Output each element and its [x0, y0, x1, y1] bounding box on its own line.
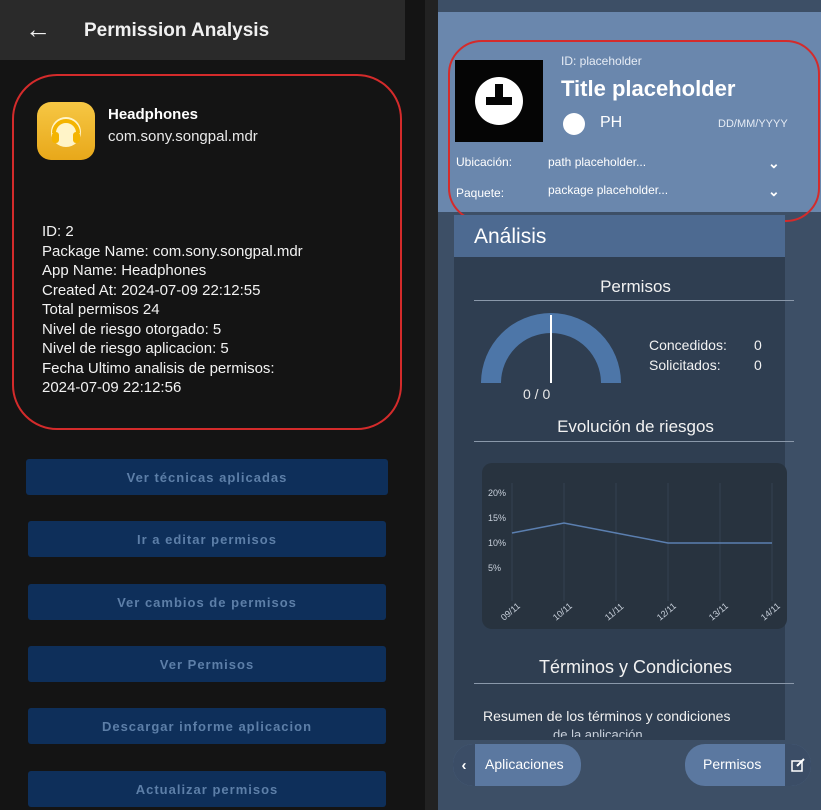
detail-line: Nivel de riesgo aplicacion: 5	[42, 340, 229, 357]
divider	[425, 0, 438, 810]
section-divider	[474, 441, 794, 442]
detail-line: ID: 2	[42, 223, 74, 240]
y-tick-label: 10%	[488, 538, 506, 548]
section-divider	[474, 300, 794, 301]
risk-chart-svg: 20% 15% 10% 5% 09/11 10/11 11/11 12/11 13/11 14/1…	[488, 483, 782, 623]
x-tick-label: 12/11	[655, 601, 678, 623]
permisos-button[interactable]: Permisos	[685, 744, 811, 786]
paquete-label: Paquete:	[456, 186, 505, 200]
back-arrow-icon[interactable]: ←	[25, 14, 51, 44]
concedidos-value: 0	[754, 337, 762, 353]
headphones-icon	[37, 102, 95, 160]
terminos-section-title: Términos y Condiciones	[538, 657, 733, 677]
analysis-title: Análisis	[474, 225, 547, 248]
ver-tecnicas-button[interactable]: Ver técnicas aplicadas	[26, 459, 388, 495]
y-tick-label: 5%	[488, 563, 501, 573]
concedidos-label: Concedidos:	[649, 337, 727, 353]
terminos-text-continued: de la aplicación	[553, 727, 643, 737]
aplicaciones-label: Aplicaciones	[485, 756, 564, 772]
ver-permisos-button[interactable]: Ver Permisos	[28, 646, 386, 682]
terminos-text: Resumen de los términos y condiciones	[483, 708, 731, 724]
app-name: Headphones	[108, 106, 199, 123]
solicitados-value: 0	[754, 357, 762, 373]
app-detail-screen: ID: placeholder Title placeholder PH DD/…	[438, 0, 821, 810]
ubicacion-value: path placeholder...	[548, 155, 647, 169]
x-tick-label: 11/11	[603, 601, 626, 622]
y-tick-label: 20%	[488, 488, 506, 498]
editar-permisos-button[interactable]: Ir a editar permisos	[28, 521, 386, 557]
uber-logo-icon	[455, 60, 543, 142]
aplicaciones-button[interactable]: ‹ Aplicaciones	[453, 744, 581, 786]
chevron-down-icon[interactable]: ⌄	[768, 155, 780, 172]
analysis-header: Análisis	[454, 215, 785, 257]
permission-analysis-screen: ← Permission Analysis Headphones com.son…	[0, 0, 425, 810]
app-package: com.sony.songpal.mdr	[108, 128, 258, 145]
paquete-value: package placeholder...	[548, 183, 669, 197]
x-tick-label: 09/11	[499, 601, 522, 623]
permisos-section-title: Permisos	[600, 277, 671, 296]
detail-line: Package Name: com.sony.songpal.mdr	[42, 242, 303, 260]
x-tick-label: 14/11	[759, 601, 782, 623]
detail-line: 2024-07-09 22:12:56	[42, 379, 182, 396]
date-label: DD/MM/YYYY	[718, 118, 788, 130]
detail-line: App Name: Headphones	[42, 262, 207, 279]
page-title: Permission Analysis	[84, 20, 270, 41]
risk-series-line	[511, 522, 772, 544]
chevron-down-icon[interactable]: ⌄	[768, 183, 780, 200]
detail-line: Created At: 2024-07-09 22:12:55	[42, 281, 261, 299]
gauge-value: 0 / 0	[523, 386, 551, 402]
risk-chart: 20% 15% 10% 5% 09/11 10/11 11/11 12/11 13/11 14/1…	[482, 463, 787, 629]
top-bar: ← Permission Analysis	[0, 0, 405, 60]
section-divider	[474, 683, 794, 684]
detail-line: Nivel de riesgo otorgado: 5	[42, 320, 222, 338]
ph-label: PH	[600, 114, 623, 131]
x-tick-label: 13/11	[707, 601, 730, 623]
ubicacion-label: Ubicación:	[456, 155, 513, 169]
ver-cambios-button[interactable]: Ver cambios de permisos	[28, 584, 386, 620]
app-title: Title placeholder	[561, 76, 736, 101]
actualizar-permisos-button[interactable]: Actualizar permisos	[28, 771, 386, 807]
solicitados-label: Solicitados:	[649, 357, 721, 373]
evolucion-section-title: Evolución de riesgos	[557, 417, 714, 436]
permisos-label: Permisos	[703, 756, 762, 772]
detail-line: Total permisos 24	[42, 301, 160, 318]
detail-line: Fecha Ultimo analisis de permisos:	[42, 359, 275, 377]
permissions-gauge	[461, 313, 641, 398]
app-details: ID: 2 Package Name: com.sony.songpal.mdr…	[42, 222, 397, 398]
y-tick-label: 15%	[488, 513, 506, 523]
status-dot-icon	[563, 113, 585, 135]
descargar-informe-button[interactable]: Descargar informe aplicacion	[28, 708, 386, 744]
x-tick-label: 10/11	[551, 601, 574, 623]
app-id-label: ID: placeholder	[561, 54, 642, 68]
